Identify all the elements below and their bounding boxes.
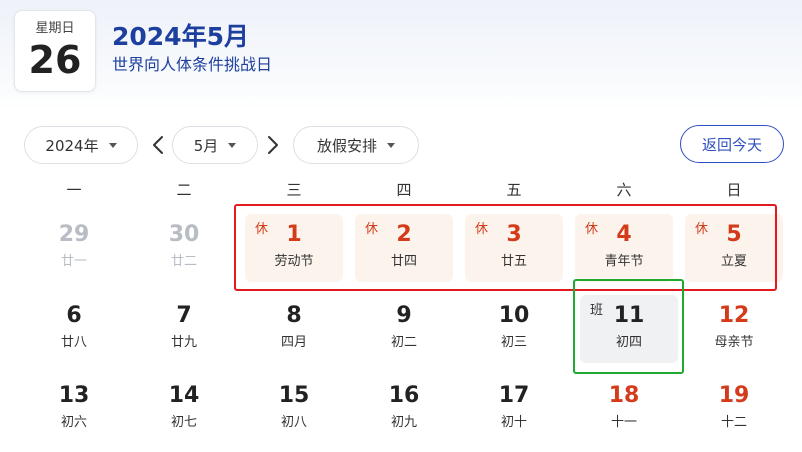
day-cell-holiday[interactable]: 休 5 立夏 — [685, 214, 783, 282]
lunar-label: 十二 — [720, 415, 747, 430]
month-select[interactable]: 5月 — [172, 126, 258, 164]
day-number: 12 — [718, 303, 750, 328]
day-number: 14 — [168, 383, 200, 408]
month-title: 2024年5月 — [112, 22, 249, 51]
caret-down-icon — [387, 142, 395, 148]
weekday-header: 六 — [616, 181, 632, 199]
day-number: 15 — [278, 383, 310, 408]
day-cell-holiday[interactable]: 休 2 廿四 — [355, 214, 453, 282]
lunar-label: 劳动节 — [274, 254, 314, 269]
weekday-header: 二 — [176, 181, 192, 199]
day-cell[interactable]: 9 初二 — [355, 295, 453, 363]
day-number: 11 — [613, 303, 645, 328]
day-cell[interactable]: 10 初三 — [465, 295, 563, 363]
lunar-label: 廿五 — [500, 254, 527, 269]
day-number: 3 — [506, 222, 522, 247]
day-number: 6 — [66, 303, 82, 328]
day-cell[interactable]: 16 初九 — [355, 375, 453, 443]
day-number: 17 — [498, 383, 530, 408]
day-number: 7 — [176, 303, 192, 328]
day-cell-holiday[interactable]: 休 1 劳动节 — [245, 214, 343, 282]
holiday-schedule-label: 放假安排 — [316, 136, 377, 155]
lunar-label: 母亲节 — [714, 335, 754, 350]
day-number: 2 — [396, 222, 412, 247]
lunar-label: 十一 — [610, 415, 637, 430]
weekday-header: 五 — [506, 181, 522, 199]
lunar-label: 立夏 — [720, 254, 747, 269]
today-weekday: 星期日 — [35, 21, 75, 36]
day-number: 30 — [168, 222, 200, 247]
year-select[interactable]: 2024年 — [24, 126, 138, 164]
year-select-label: 2024年 — [45, 136, 99, 155]
weekday-header: 日 — [726, 181, 742, 199]
weekday-header: 三 — [286, 181, 302, 199]
lunar-label: 初六 — [60, 415, 87, 430]
lunar-label: 青年节 — [604, 254, 644, 269]
day-number: 5 — [726, 222, 742, 247]
lunar-label: 廿九 — [170, 335, 197, 350]
lunar-label: 初八 — [280, 415, 307, 430]
day-cell[interactable]: 14 初七 — [135, 375, 233, 443]
weekday-header: 四 — [396, 181, 412, 199]
day-number: 9 — [396, 303, 412, 328]
day-number: 4 — [616, 222, 632, 247]
day-cell[interactable]: 8 四月 — [245, 295, 343, 363]
lunar-label: 初十 — [500, 415, 527, 430]
day-cell[interactable]: 6 廿八 — [25, 295, 123, 363]
day-number: 19 — [718, 383, 750, 408]
day-cell[interactable]: 17 初十 — [465, 375, 563, 443]
next-month-button[interactable] — [263, 131, 283, 159]
day-number: 18 — [608, 383, 640, 408]
holiday-schedule-select[interactable]: 放假安排 — [293, 126, 419, 164]
today-date-card: 星期日 26 — [14, 10, 96, 92]
day-cell[interactable]: 7 廿九 — [135, 295, 233, 363]
lunar-label: 廿一 — [60, 254, 87, 269]
day-cell[interactable]: 29 廿一 — [25, 214, 123, 282]
day-cell-weekend[interactable]: 18 十一 — [575, 375, 673, 443]
caret-down-icon — [108, 142, 117, 148]
lunar-label: 初九 — [390, 415, 417, 430]
chevron-left-icon — [153, 136, 163, 154]
day-number: 13 — [58, 383, 90, 408]
lunar-label: 初三 — [500, 335, 527, 350]
lunar-label: 廿八 — [60, 335, 87, 350]
day-cell-holiday[interactable]: 休 3 廿五 — [465, 214, 563, 282]
day-cell[interactable]: 15 初八 — [245, 375, 343, 443]
lunar-label: 四月 — [280, 335, 307, 350]
day-cell-holiday[interactable]: 休 4 青年节 — [575, 214, 673, 282]
day-number: 1 — [286, 222, 302, 247]
day-cell[interactable]: 13 初六 — [25, 375, 123, 443]
day-cell-weekend[interactable]: 19 十二 — [685, 375, 783, 443]
chevron-right-icon — [268, 136, 278, 154]
day-cell-weekend[interactable]: 12 母亲节 — [685, 295, 783, 363]
day-cell[interactable]: 30 廿二 — [135, 214, 233, 282]
lunar-label: 初七 — [170, 415, 197, 430]
day-number: 29 — [58, 222, 90, 247]
calendar-widget: 星期日 26 2024年5月 世界向人体条件挑战日 2024年 5月 放假安排 … — [0, 0, 802, 452]
lunar-label: 初四 — [615, 335, 642, 350]
prev-month-button[interactable] — [148, 131, 168, 159]
lunar-label: 廿四 — [390, 254, 417, 269]
caret-down-icon — [228, 142, 237, 148]
lunar-label: 廿二 — [170, 254, 197, 269]
back-to-today-button[interactable]: 返回今天 — [680, 125, 784, 163]
day-cell-workday[interactable]: 班 11 初四 — [580, 295, 678, 363]
weekday-header: 一 — [66, 181, 82, 199]
lunar-label: 初二 — [390, 335, 417, 350]
day-number: 16 — [388, 383, 420, 408]
today-day-number: 26 — [28, 38, 82, 82]
today-observance: 世界向人体条件挑战日 — [112, 55, 273, 74]
day-number: 8 — [286, 303, 302, 328]
month-select-label: 5月 — [193, 136, 219, 155]
day-number: 10 — [498, 303, 530, 328]
